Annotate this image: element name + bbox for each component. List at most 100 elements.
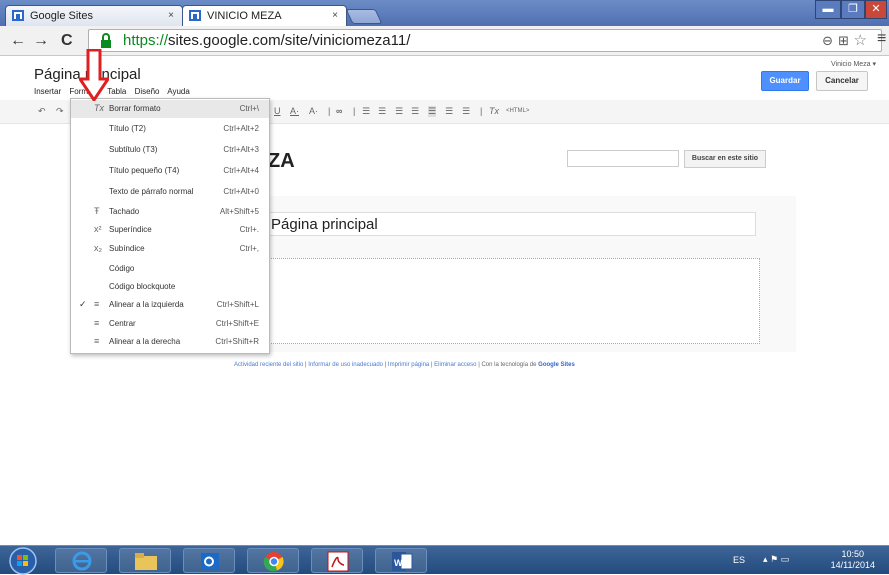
- clear-format-icon[interactable]: Tx: [489, 106, 499, 116]
- indent-less-icon[interactable]: ☰: [395, 106, 403, 117]
- taskbar-acrobat-button[interactable]: [311, 548, 363, 573]
- svg-text:W: W: [394, 558, 403, 568]
- menu-ayuda[interactable]: Ayuda: [167, 87, 190, 96]
- align-left-icon[interactable]: ☰: [428, 106, 437, 117]
- align-right-icon[interactable]: ☰: [462, 106, 470, 117]
- back-icon[interactable]: ←: [10, 32, 26, 50]
- outlook-icon: [201, 553, 219, 570]
- red-arrow-annotation-icon: [79, 49, 109, 101]
- menu-item-code[interactable]: Código: [71, 260, 269, 278]
- menu-item-strikethrough[interactable]: Ŧ Tachado Alt+Shift+5: [71, 203, 269, 221]
- footer-activity-link[interactable]: Actividad reciente del sitio: [234, 362, 303, 368]
- language-indicator[interactable]: ES: [733, 555, 745, 565]
- zoom-icon[interactable]: ⊖: [822, 33, 833, 49]
- folder-icon: [135, 553, 157, 570]
- menu-item-normal-paragraph[interactable]: Texto de párrafo normal Ctrl+Alt+0: [71, 183, 269, 201]
- menu-icon[interactable]: ≡: [877, 30, 886, 48]
- align-right-icon: ≡: [94, 336, 100, 346]
- separator: |: [353, 106, 356, 116]
- format-dropdown-menu: Tx Borrar formato Ctrl+\ Título (T2) Ctr…: [70, 98, 270, 354]
- subscript-icon: x₂: [94, 243, 102, 253]
- menu-item-subscript[interactable]: x₂ Subíndice Ctrl+,: [71, 240, 269, 258]
- undo-icon[interactable]: ↶: [38, 106, 46, 117]
- sites-favicon-icon: [189, 10, 201, 21]
- minimize-button[interactable]: ▬: [815, 0, 841, 19]
- taskbar-outlook-button[interactable]: [183, 548, 235, 573]
- menu-item-align-left[interactable]: ✓ ≡ Alinear a la izquierda Ctrl+Shift+L: [71, 296, 269, 314]
- menu-item-superscript[interactable]: x² Superíndice Ctrl+.: [71, 221, 269, 239]
- close-window-button[interactable]: ✕: [865, 0, 887, 19]
- taskbar-explorer-button[interactable]: [119, 548, 171, 573]
- cancel-button[interactable]: Cancelar: [816, 71, 868, 91]
- footer-powered-by: Con la tecnología de: [481, 362, 537, 368]
- numbered-list-icon[interactable]: ☰: [362, 106, 370, 117]
- maximize-button[interactable]: ❐: [841, 0, 865, 19]
- menu-diseno[interactable]: Diseño: [135, 87, 160, 96]
- footer-google-sites-link[interactable]: Google Sites: [538, 362, 575, 368]
- user-menu[interactable]: Vinicio Meza ▾: [831, 60, 876, 68]
- menu-item-code-blockquote[interactable]: Código blockquote: [71, 278, 269, 296]
- menu-insertar[interactable]: Insertar: [34, 87, 61, 96]
- new-tab-button[interactable]: [345, 9, 383, 24]
- footer-report-link[interactable]: Informar de uso inadecuado: [308, 362, 383, 368]
- page-title-field[interactable]: Página principal: [266, 212, 756, 236]
- superscript-icon: x²: [94, 224, 102, 234]
- windows-taskbar: W ES ▴ ⚑ ▭ 10:50 14/11/2014: [0, 545, 889, 575]
- menu-item-align-right[interactable]: ≡ Alinear a la derecha Ctrl+Shift+R: [71, 333, 269, 351]
- bookmark-star-icon[interactable]: ☆: [854, 31, 867, 49]
- align-left-icon: ≡: [94, 299, 100, 309]
- tab-title: Google Sites: [30, 10, 93, 22]
- align-center-icon[interactable]: ☰: [445, 106, 453, 117]
- taskbar-chrome-button[interactable]: [247, 548, 299, 573]
- lock-icon: [101, 33, 111, 48]
- menu-item-small-heading-t4[interactable]: Título pequeño (T4) Ctrl+Alt+4: [71, 162, 269, 180]
- search-button[interactable]: Buscar en este sitio: [684, 150, 766, 168]
- align-center-icon: ≡: [94, 318, 100, 328]
- forward-icon[interactable]: →: [33, 32, 49, 50]
- menu-tabla[interactable]: Tabla: [107, 87, 126, 96]
- indent-more-icon[interactable]: ☰: [411, 106, 419, 117]
- address-bar[interactable]: https://sites.google.com/site/viniciomez…: [88, 29, 882, 52]
- checkmark-icon: ✓: [79, 299, 87, 309]
- footer-remove-link[interactable]: Eliminar acceso: [434, 362, 476, 368]
- browser-toolbar: ← → C https://sites.google.com/site/vini…: [0, 26, 889, 56]
- tab-close-icon[interactable]: ×: [168, 10, 174, 21]
- reload-icon[interactable]: C: [61, 32, 73, 50]
- search-input[interactable]: [567, 150, 679, 167]
- system-tray-icons[interactable]: ▴ ⚑ ▭: [763, 554, 789, 565]
- bullet-list-icon[interactable]: ☰: [378, 106, 386, 117]
- internet-explorer-icon: [72, 551, 92, 571]
- redo-icon[interactable]: ↷: [56, 106, 64, 117]
- acrobat-icon: [327, 551, 349, 572]
- menu-item-heading-t2[interactable]: Título (T2) Ctrl+Alt+2: [71, 120, 269, 138]
- site-name: ZA: [268, 150, 295, 172]
- browser-titlebar: Google Sites × VINICIO MEZA × ▬ ❐ ✕: [0, 0, 889, 26]
- footer-print-link[interactable]: Imprimir página: [388, 362, 429, 368]
- translate-icon[interactable]: ⊞: [838, 33, 849, 49]
- strikethrough-icon: Ŧ: [94, 206, 100, 216]
- menu-item-subtitle-t3[interactable]: Subtítulo (T3) Ctrl+Alt+3: [71, 141, 269, 159]
- chrome-icon: [263, 552, 284, 572]
- sites-favicon-icon: [12, 10, 24, 21]
- underline-icon[interactable]: U: [274, 106, 281, 116]
- taskbar-word-button[interactable]: W: [375, 548, 427, 573]
- link-icon[interactable]: ∞: [336, 106, 342, 116]
- save-button[interactable]: Guardar: [761, 71, 809, 91]
- separator: |: [480, 106, 483, 116]
- menu-item-center[interactable]: ≡ Centrar Ctrl+Shift+E: [71, 315, 269, 333]
- menu-item-clear-format[interactable]: Tx Borrar formato Ctrl+\: [71, 100, 269, 118]
- html-icon[interactable]: <HTML>: [506, 108, 529, 114]
- tab-google-sites[interactable]: Google Sites ×: [5, 5, 183, 26]
- highlight-color-icon[interactable]: A·: [309, 106, 318, 116]
- text-color-icon[interactable]: A·: [290, 106, 299, 116]
- page-body-editor[interactable]: [266, 258, 760, 344]
- taskbar-ie-button[interactable]: [55, 548, 107, 573]
- word-icon: W: [392, 552, 413, 571]
- taskbar-clock[interactable]: 10:50 14/11/2014: [831, 549, 875, 571]
- start-orb-icon[interactable]: [8, 547, 38, 575]
- url-text: https://sites.google.com/site/viniciomez…: [123, 32, 411, 49]
- clear-format-icon: Tx: [94, 103, 104, 113]
- tab-close-icon[interactable]: ×: [332, 10, 338, 21]
- tab-vinicio-meza[interactable]: VINICIO MEZA ×: [182, 5, 347, 26]
- editor-menubar: Insertar Formato Tabla Diseño Ayuda: [34, 87, 196, 96]
